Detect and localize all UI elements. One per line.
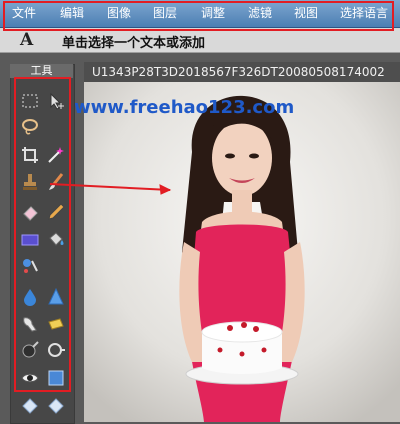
watermark-text: www.freehao123.com bbox=[74, 97, 295, 118]
document-title[interactable]: U1343P28T3D2018567F326DT20080508174002 bbox=[84, 62, 400, 82]
zoom-in-tool-icon[interactable] bbox=[46, 396, 66, 416]
options-bar: A 单击选择一个文本或添加 bbox=[0, 28, 400, 53]
photo-canvas[interactable] bbox=[84, 82, 400, 422]
text-tool-icon[interactable]: A bbox=[20, 30, 33, 50]
tools-panel-title: 工具 bbox=[10, 64, 73, 78]
tools-highlight-box bbox=[14, 77, 71, 392]
menu-highlight-box bbox=[3, 1, 394, 31]
zoom-out-tool-icon[interactable] bbox=[20, 396, 40, 416]
photo-image bbox=[84, 82, 400, 422]
options-hint: 单击选择一个文本或添加 bbox=[62, 36, 206, 51]
